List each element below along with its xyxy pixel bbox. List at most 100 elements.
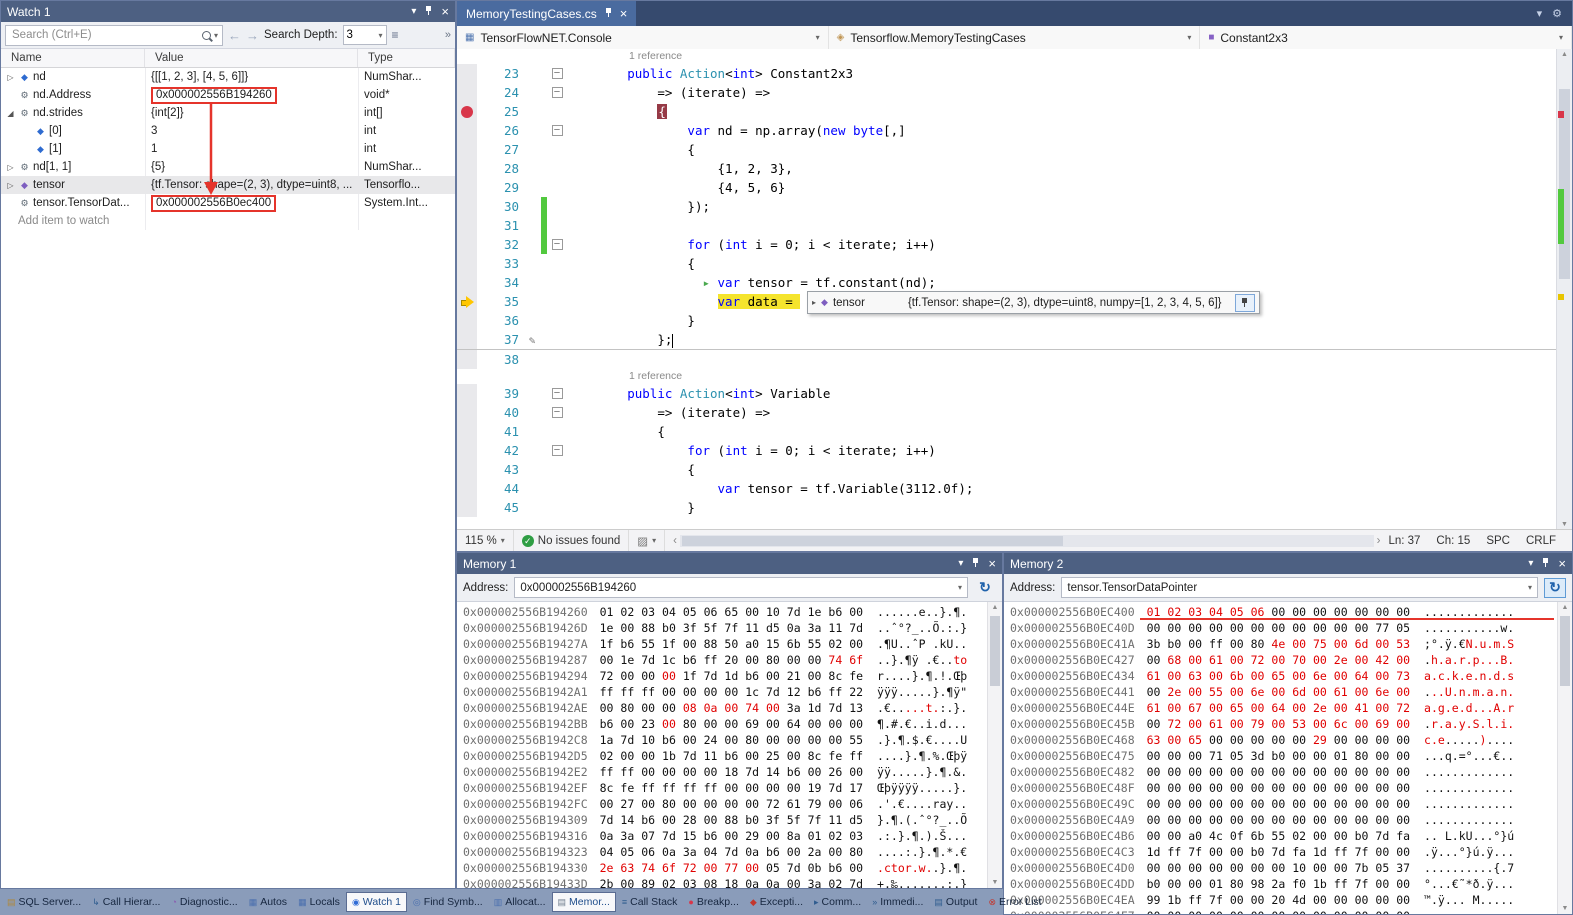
memory-row[interactable]: 0x000002556B19432304 05 06 0a 3a 04 7d 0… [463,844,988,860]
memory-row[interactable]: 0x000002556B0EC43461 00 63 00 6b 00 65 0… [1010,668,1558,684]
breakpoint-margin[interactable] [457,422,477,441]
memory2-hexdump[interactable]: 0x000002556B0EC40001 02 03 04 05 06 00 0… [1004,602,1558,914]
code-line[interactable]: 38 [457,350,1557,369]
breakpoint-margin[interactable] [457,254,477,273]
column-header-name[interactable]: Name [1,49,145,67]
memory-row[interactable]: 0x000002556B0EC40001 02 03 04 05 06 00 0… [1010,604,1558,620]
memory-row[interactable]: 0x000002556B0EC4F700 00 00 00 00 00 00 0… [1010,908,1558,914]
memory-row[interactable]: 0x000002556B1942A1ff ff ff 00 00 00 00 1… [463,684,988,700]
breakpoint-margin[interactable] [457,311,477,330]
memory-row[interactable]: 0x000002556B1942AE00 80 00 00 08 0a 00 7… [463,700,988,716]
memory1-scrollbar[interactable]: ▲ ▼ [987,602,1002,888]
memory-row[interactable]: 0x000002556B1943302e 63 74 6f 72 00 77 0… [463,860,988,876]
code-line[interactable]: 44 var tensor = tf.Variable(3112.0f); [457,479,1557,498]
watch-row[interactable]: ⚙nd.Address0x000002556B194260void* [1,86,455,104]
watch-row[interactable]: ▷◆nd{[[1, 2, 3], [4, 5, 6]]}NumShar... [1,68,455,86]
refresh-icon[interactable]: ↻ [974,578,996,598]
address-input[interactable]: tensor.TensorDataPointer ▾ [1061,577,1538,598]
collapse-icon[interactable]: – [552,68,563,79]
memory-row[interactable]: 0x000002556B0EC44100 2e 00 55 00 6e 00 6… [1010,684,1558,700]
address-input[interactable]: 0x000002556B194260 ▾ [514,577,968,598]
memory-row[interactable]: 0x000002556B0EC4C31d ff 7f 00 00 b0 7d f… [1010,844,1558,860]
memory-row[interactable]: 0x000002556B0EC4EA99 1b ff 7f 00 00 20 4… [1010,892,1558,908]
watch-row[interactable]: ◆[1]1int [1,140,455,158]
bottom-tab-error-list[interactable]: ⊗Error List [983,893,1046,911]
toolbar-overflow-icon[interactable]: » [445,29,451,41]
breakpoint-margin[interactable] [457,178,477,197]
bottom-tab-memor[interactable]: ▤Memor... [552,892,616,912]
zoom-control[interactable]: 115 % ▾ [457,530,514,551]
breakpoint-margin[interactable] [457,350,477,369]
search-depth-combo[interactable]: 3 ▾ [343,25,387,45]
breakpoint-margin[interactable] [457,235,477,254]
bottom-tab-sql-server[interactable]: ▤SQL Server... [2,893,86,911]
close-icon[interactable]: × [620,7,628,20]
scroll-down-icon[interactable]: ▼ [988,879,1002,886]
code-area[interactable]: 1 reference23– public Action<int> Consta… [457,49,1557,530]
memory-row[interactable]: 0x000002556B1942FC00 27 00 80 00 00 00 0… [463,796,988,812]
collapse-icon[interactable]: – [552,445,563,456]
memory-row[interactable]: 0x000002556B1942D502 00 00 1b 7d 11 b6 0… [463,748,988,764]
breakpoint-margin[interactable] [457,159,477,178]
bottom-tab-call-hierar[interactable]: ↳Call Hierar... [87,893,165,911]
expander-icon[interactable]: ◢ [5,109,16,118]
refresh-icon[interactable]: ↻ [1544,578,1566,598]
code-line[interactable]: 43 { [457,460,1557,479]
scrollbar-thumb[interactable] [990,616,1000,686]
code-line[interactable]: 34 ▸ var tensor = tf.constant(nd); [457,273,1557,292]
close-icon[interactable]: × [441,5,449,18]
memory-row[interactable]: 0x000002556B19426D1e 00 88 b0 3f 5f 7f 1… [463,620,988,636]
pin-icon[interactable] [1541,557,1550,571]
scrollbar-thumb[interactable] [1560,616,1570,686]
memory-row[interactable]: 0x000002556B0EC4B600 00 a0 4c 0f 6b 55 0… [1010,828,1558,844]
expander-icon[interactable]: ▷ [5,73,16,82]
breakpoint-icon[interactable] [461,106,473,118]
breakpoint-margin[interactable] [457,384,477,403]
memory2-scrollbar[interactable]: ▲ ▼ [1557,602,1572,914]
codelens-reference[interactable]: 1 reference [457,49,1557,64]
code-line[interactable]: 37✎ }; [457,330,1557,350]
breakpoint-margin[interactable] [457,102,477,121]
pin-icon[interactable] [604,7,613,21]
nav-combo-tensorflow-memorytestingcases[interactable]: ◈Tensorflow.MemoryTestingCases▾ [829,26,1201,49]
bottom-tab-excepti[interactable]: ◆Excepti... [745,893,808,911]
breakpoint-margin[interactable] [457,64,477,83]
scroll-up-icon[interactable]: ▲ [1558,604,1572,611]
scrollbar-thumb[interactable] [682,536,1063,546]
gear-icon[interactable]: ⚙ [1552,7,1562,20]
code-line[interactable]: 25 { [457,102,1557,121]
nav-combo-tensorflownet-console[interactable]: ▦TensorFlowNET.Console▾ [457,26,829,49]
datatip[interactable]: ▸ ◆ tensor {tf.Tensor: shape=(2, 3), dty… [807,291,1260,314]
breakpoint-margin[interactable] [457,330,477,349]
issues-indicator[interactable]: No issues found [514,530,629,551]
scroll-up-icon[interactable]: ▲ [1557,51,1572,58]
search-dropdown-icon[interactable]: ▾ [214,31,218,40]
bottom-tab-call-stack[interactable]: ≡Call Stack [617,893,683,911]
close-icon[interactable]: × [1558,557,1566,570]
memory-row[interactable]: 0x000002556B1942BBb6 00 23 00 80 00 00 6… [463,716,988,732]
expander-icon[interactable]: ▷ [5,163,16,172]
memory-row[interactable]: 0x000002556B0EC48F00 00 00 00 00 00 00 0… [1010,780,1558,796]
memory-row[interactable]: 0x000002556B0EC41A3b b0 00 ff 00 80 4e 0… [1010,636,1558,652]
pin-icon[interactable] [424,5,433,19]
scroll-right-icon[interactable]: › [1377,535,1381,547]
column-header-type[interactable]: Type [358,49,455,67]
scroll-up-icon[interactable]: ▲ [988,604,1002,611]
code-line[interactable]: 28 {1, 2, 3}, [457,159,1557,178]
breakpoint-margin[interactable] [457,216,477,235]
watch-row[interactable]: ◢⚙nd.strides{int[2]}int[] [1,104,455,122]
scroll-down-icon[interactable]: ▼ [1558,905,1572,912]
code-line[interactable]: 33 { [457,254,1557,273]
memory-row[interactable]: 0x000002556B1943160a 3a 07 7d 15 b6 00 2… [463,828,988,844]
editor-scrollbar[interactable]: ▲ ▼ [1556,49,1572,530]
code-line[interactable]: 31 [457,216,1557,235]
code-line[interactable]: 39– public Action<int> Variable [457,384,1557,403]
search-input[interactable] [10,28,199,42]
memory-row[interactable]: 0x000002556B19428700 1e 7d 1c b6 ff 20 0… [463,652,988,668]
breakpoint-margin[interactable] [457,479,477,498]
scroll-down-icon[interactable]: ▼ [1557,521,1572,528]
code-line[interactable]: 30 }); [457,197,1557,216]
code-line[interactable]: 27 { [457,140,1557,159]
search-icon[interactable] [202,31,211,40]
collapse-icon[interactable]: – [552,87,563,98]
